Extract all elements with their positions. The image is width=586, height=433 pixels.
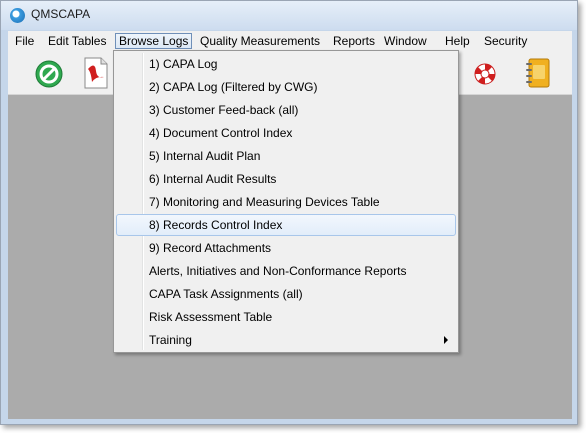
menu-item-capa-task-assignments[interactable]: CAPA Task Assignments (all) xyxy=(116,283,456,305)
menu-edit-tables[interactable]: Edit Tables xyxy=(45,33,109,49)
title-bar: QMSCAPA xyxy=(1,1,577,30)
menu-item-capa-log-filtered[interactable]: 2) CAPA Log (Filtered by CWG) xyxy=(116,76,456,98)
browse-logs-dropdown: 1) CAPA Log 2) CAPA Log (Filtered by CWG… xyxy=(113,50,459,353)
lifebuoy-icon[interactable] xyxy=(473,62,497,91)
menu-quality-measurements[interactable]: Quality Measurements xyxy=(197,33,323,49)
menu-item-internal-audit-results[interactable]: 6) Internal Audit Results xyxy=(116,168,456,190)
menu-item-record-attachments[interactable]: 9) Record Attachments xyxy=(116,237,456,259)
notebook-icon[interactable] xyxy=(523,57,553,94)
menu-item-document-control-index[interactable]: 4) Document Control Index xyxy=(116,122,456,144)
menu-bar: File Edit Tables Browse Logs Quality Mea… xyxy=(8,31,572,51)
menu-browse-logs[interactable]: Browse Logs xyxy=(115,33,193,49)
pdf-icon[interactable] xyxy=(82,57,110,94)
menu-security[interactable]: Security xyxy=(481,33,530,49)
menu-item-alerts-initiatives[interactable]: Alerts, Initiatives and Non-Conformance … xyxy=(116,260,456,282)
menu-item-customer-feedback[interactable]: 3) Customer Feed-back (all) xyxy=(116,99,456,121)
menu-file[interactable]: File xyxy=(12,33,37,49)
menu-item-internal-audit-plan[interactable]: 5) Internal Audit Plan xyxy=(116,145,456,167)
menu-item-capa-log[interactable]: 1) CAPA Log xyxy=(116,53,456,75)
menu-item-records-control-index[interactable]: 8) Records Control Index xyxy=(116,214,456,236)
menu-item-monitoring-devices[interactable]: 7) Monitoring and Measuring Devices Tabl… xyxy=(116,191,456,213)
menu-reports[interactable]: Reports xyxy=(330,33,378,49)
menu-window[interactable]: Window xyxy=(381,33,430,49)
menu-item-training[interactable]: Training xyxy=(116,329,456,351)
submenu-arrow-icon xyxy=(444,336,448,344)
exit-icon[interactable] xyxy=(34,59,64,94)
window-title: QMSCAPA xyxy=(31,7,91,21)
menu-item-risk-assessment[interactable]: Risk Assessment Table xyxy=(116,306,456,328)
menu-item-training-label: Training xyxy=(149,333,192,347)
app-logo-icon xyxy=(10,8,25,23)
menu-help[interactable]: Help xyxy=(442,33,473,49)
